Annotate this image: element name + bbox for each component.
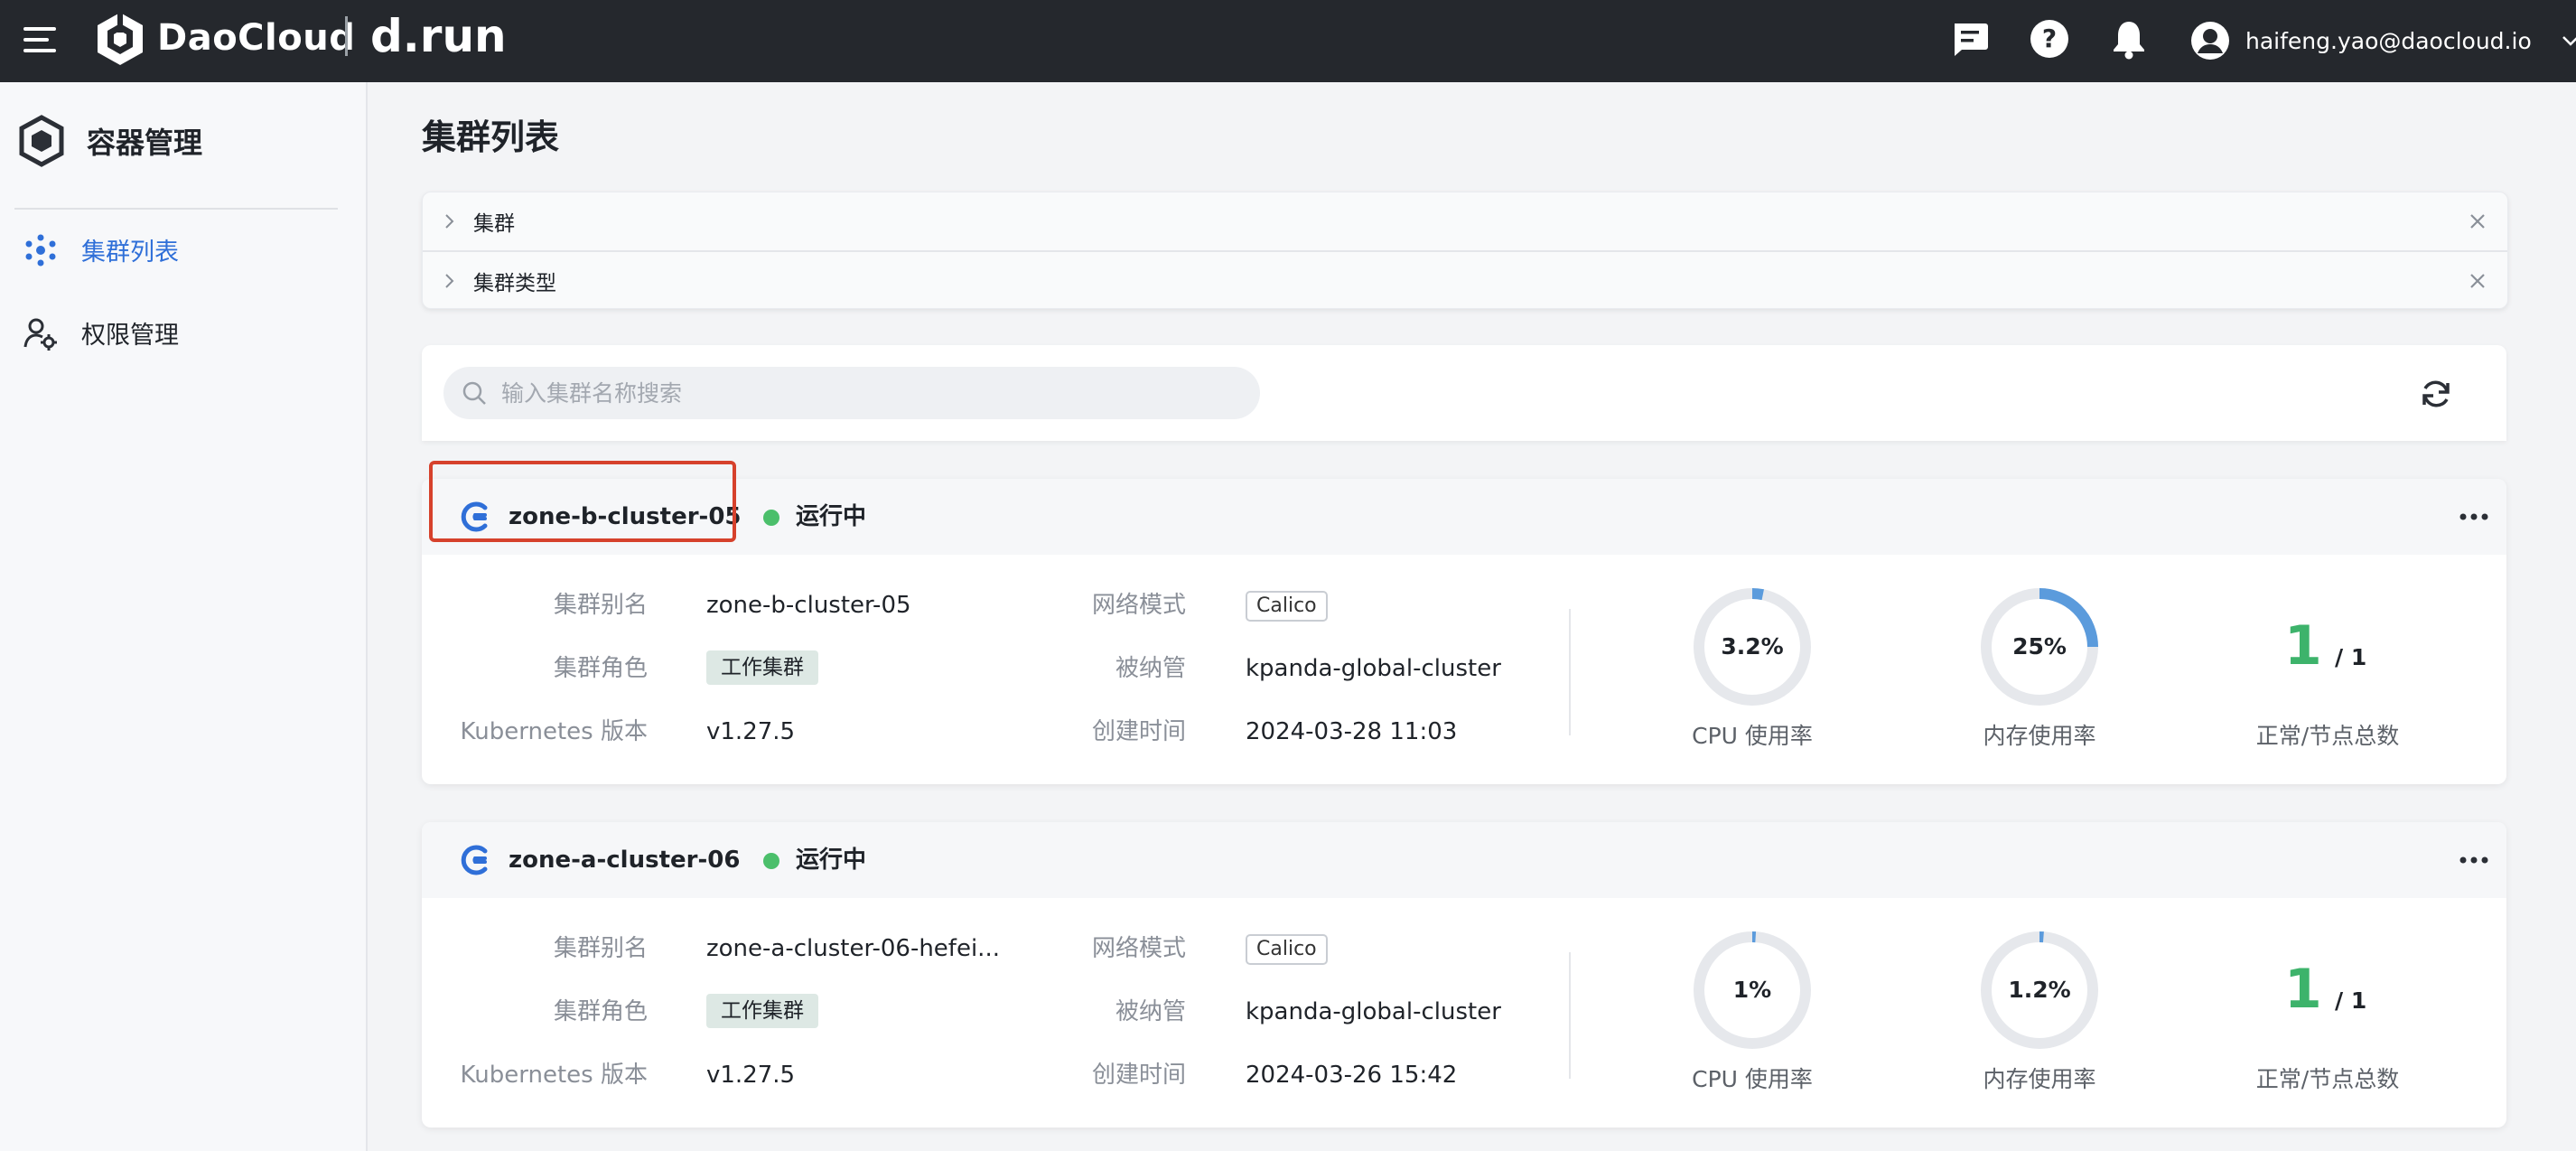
brand-name[interactable]: DaoCloud [157,13,355,63]
k8s-version-label: Kubernetes 版本 [460,1062,648,1089]
search-input[interactable] [499,379,1244,407]
cpu-usage-label: CPU 使用率 [1692,1066,1813,1092]
chevron-right-icon[interactable] [439,271,459,291]
sidebar-item-cluster-list[interactable]: 集群列表 [23,232,179,267]
more-actions-icon[interactable] [2456,849,2492,871]
created-value: 2024-03-26 15:42 [1246,1062,1458,1089]
message-icon[interactable] [1947,16,1993,61]
sidebar: 容器管理 集群列表 权限管理 [0,82,368,1151]
managed-by-label: 被纳管 [1115,998,1186,1025]
user-icon [2191,22,2229,60]
total-node-count: / 1 [2335,644,2367,670]
daocloud-logo-icon [98,13,143,65]
alias-label: 集群别名 [553,935,648,962]
more-actions-icon[interactable] [2456,506,2492,528]
cluster-card: zone-a-cluster-06 运行中 集群别名 zone-a-cluste… [422,822,2506,1128]
nodes-label: 正常/节点总数 [2255,723,2400,749]
search-icon [462,381,486,405]
sidebar-item-permission[interactable]: 权限管理 [23,315,179,351]
cpu-usage-label: CPU 使用率 [1692,723,1813,749]
close-icon[interactable] [2468,271,2487,291]
highlight-box [429,461,736,542]
chevron-down-icon [2562,36,2576,46]
memory-usage-value: 1.2% [2008,977,2071,1003]
cluster-name-link[interactable]: zone-a-cluster-06 [509,840,740,880]
card-divider [1569,952,1571,1079]
k8s-version-value: v1.27.5 [706,1062,796,1089]
network-label: 网络模式 [1091,935,1186,962]
sidebar-divider [14,208,338,210]
container-management-icon [19,115,64,167]
cluster-status: 运行中 [796,503,867,530]
cluster-status: 运行中 [796,847,867,874]
filter-row-cluster[interactable]: 集群 [423,192,2507,250]
role-badge: 工作集群 [706,994,818,1028]
managed-by-label: 被纳管 [1115,655,1186,682]
kubernetes-cluster-icon [461,845,488,875]
user-email: haifeng.yao@daocloud.io [2245,27,2532,54]
filter-label: 集群类型 [473,272,556,295]
card-divider [1569,609,1571,735]
k8s-version-label: Kubernetes 版本 [460,718,648,745]
page-title: 集群列表 [422,117,560,157]
status-dot [763,510,779,526]
sidebar-item-label: 权限管理 [81,322,179,350]
cluster-card-header: zone-a-cluster-06 运行中 [422,822,2506,898]
nodes-label: 正常/节点总数 [2255,1066,2400,1092]
sidebar-item-label: 集群列表 [81,239,179,267]
cluster-icon [25,234,56,266]
total-node-count: / 1 [2335,987,2367,1014]
sidebar-title: 容器管理 [87,126,203,160]
top-bar: DaoCloud d.run ? haifeng.yao@daocloud.io [0,0,2576,82]
memory-usage-label: 内存使用率 [1983,1066,2096,1092]
k8s-version-value: v1.27.5 [706,718,796,745]
created-label: 创建时间 [1091,718,1186,745]
brand-separator [345,16,348,56]
created-label: 创建时间 [1091,1062,1186,1089]
managed-by-value: kpanda-global-cluster [1246,998,1501,1025]
alias-value: zone-a-cluster-06-hefei... [706,935,1000,962]
created-value: 2024-03-28 11:03 [1246,718,1458,745]
sidebar-header: 容器管理 [18,115,202,167]
alias-label: 集群别名 [553,592,648,619]
cpu-usage-value: 3.2% [1721,633,1784,660]
filter-panel: 集群 集群类型 [422,192,2508,309]
bell-icon[interactable] [2106,16,2151,61]
cpu-usage-value: 1% [1732,977,1772,1003]
filter-row-cluster-type[interactable]: 集群类型 [423,250,2507,310]
help-icon[interactable]: ? [2027,16,2072,61]
search-panel [422,345,2506,441]
chevron-right-icon[interactable] [439,211,459,231]
alias-value: zone-b-cluster-05 [706,592,911,619]
product-name[interactable]: d.run [370,7,507,65]
role-badge: 工作集群 [706,650,818,685]
permission-icon [23,318,57,351]
filter-label: 集群 [473,212,515,236]
ready-node-count: 1 [2284,958,2322,1021]
close-icon[interactable] [2468,211,2487,231]
role-label: 集群角色 [553,655,648,682]
memory-usage-value: 25% [2012,633,2067,660]
refresh-icon[interactable] [2418,376,2454,412]
search-box[interactable] [443,367,1260,419]
user-menu[interactable]: haifeng.yao@daocloud.io [2189,16,2576,65]
network-badge: Calico [1246,934,1328,965]
menu-icon[interactable] [22,22,58,58]
managed-by-value: kpanda-global-cluster [1246,655,1501,682]
role-label: 集群角色 [553,998,648,1025]
memory-usage-label: 内存使用率 [1983,723,2096,749]
svg-text:?: ? [2042,23,2057,53]
network-badge: Calico [1246,591,1328,622]
status-dot [763,853,779,869]
network-label: 网络模式 [1091,592,1186,619]
ready-node-count: 1 [2284,614,2322,678]
